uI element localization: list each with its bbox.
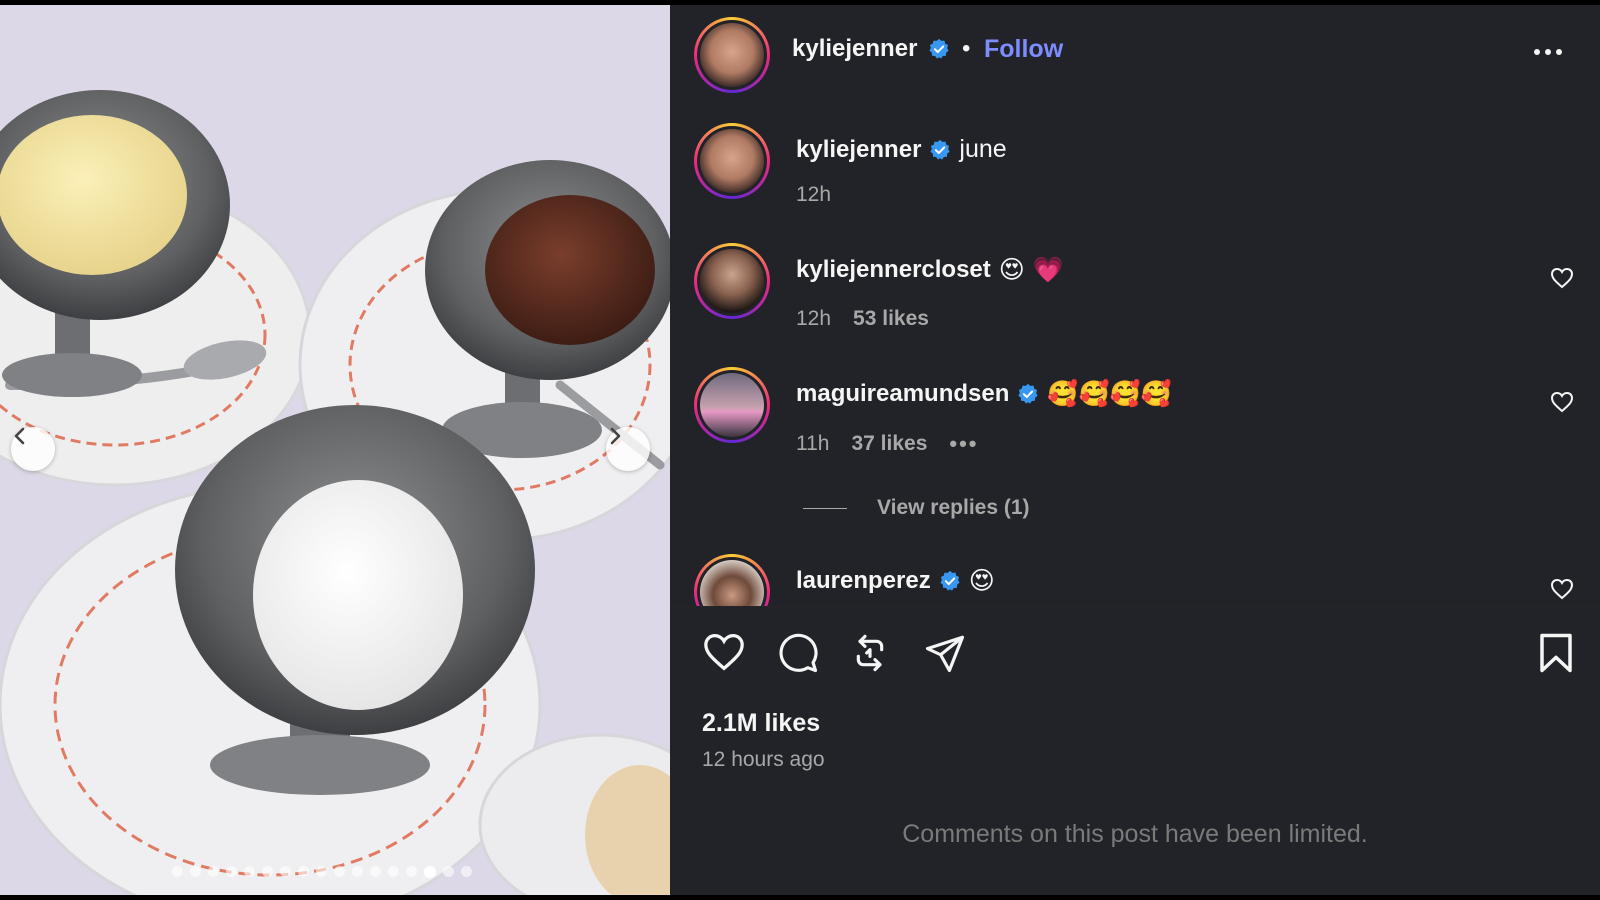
save-bookmark-icon[interactable] (1538, 632, 1574, 674)
comment-text: 😍 💗 (998, 255, 1064, 284)
verified-badge-icon (929, 38, 949, 59)
ice-cream-photo (0, 5, 670, 895)
commenter-username[interactable]: maguireamundsen (796, 380, 1009, 408)
comments-limited-notice: Comments on this post have been limited. (902, 820, 1368, 848)
carousel-dot (280, 866, 291, 877)
carousel-dot (208, 866, 219, 877)
caption-author-avatar[interactable] (694, 123, 770, 199)
post-actions: 2.1M likes 12 hours ago (670, 606, 1600, 806)
carousel-dot (443, 866, 454, 877)
post-timestamp: 12 hours ago (702, 748, 825, 771)
comment-text: 🥰🥰🥰🥰 (1047, 379, 1172, 408)
carousel-dot (244, 866, 255, 877)
post-side-panel: kyliejenner • Follow kyliejenner june 12… (670, 5, 1600, 895)
verified-badge-icon (940, 570, 960, 591)
caption-time: 12h (796, 183, 832, 206)
carousel-dot-active (424, 865, 436, 878)
view-replies-button[interactable]: View replies (1) (803, 496, 1030, 520)
view-replies-label: View replies (1) (877, 496, 1030, 519)
comment-options-button[interactable]: ••• (949, 431, 978, 457)
replies-divider (803, 507, 847, 509)
comment-likes[interactable]: 53 likes (853, 307, 929, 331)
author-username[interactable]: kyliejenner (792, 35, 917, 63)
commenter-avatar[interactable] (694, 367, 770, 443)
comment-likes[interactable]: 37 likes (851, 432, 927, 456)
comment-time: 11h (796, 432, 830, 455)
like-heart-icon[interactable] (702, 632, 746, 672)
like-comment-heart-icon[interactable] (1550, 578, 1574, 600)
commenter-username[interactable]: kyliejennercloset (796, 256, 991, 284)
chevron-left-icon (14, 427, 25, 445)
carousel-dot (370, 866, 381, 877)
previous-slide-button[interactable] (11, 427, 55, 471)
repost-icon[interactable] (850, 632, 890, 674)
carousel-dot (226, 866, 237, 877)
carousel-dot (262, 866, 273, 877)
comments-list[interactable]: kyliejenner june 12h kyliejennercloset 😍… (670, 101, 1600, 606)
carousel-dot (172, 866, 183, 877)
next-slide-button[interactable] (606, 427, 650, 471)
commenter-username[interactable]: laurenperez (796, 567, 931, 595)
share-send-icon[interactable] (924, 632, 966, 674)
caption-author-username[interactable]: kyliejenner (796, 136, 921, 164)
verified-badge-icon (1018, 383, 1039, 404)
post-likes-count[interactable]: 2.1M likes (702, 709, 820, 738)
follow-button[interactable]: Follow (984, 35, 1063, 64)
carousel-dot (406, 866, 417, 877)
commenter-avatar[interactable] (694, 243, 770, 319)
carousel-dot (298, 866, 309, 877)
carousel-dot (388, 866, 399, 877)
post-header: kyliejenner • Follow (670, 5, 1600, 101)
commenter-avatar[interactable] (694, 554, 770, 606)
separator-dot: • (962, 35, 971, 62)
carousel-dot (316, 866, 327, 877)
carousel-dot (334, 866, 345, 877)
carousel-dot (190, 866, 201, 877)
like-comment-heart-icon[interactable] (1550, 267, 1574, 289)
carousel-indicator (172, 865, 472, 878)
like-comment-heart-icon[interactable] (1550, 391, 1574, 413)
comment-bubble-icon[interactable] (776, 632, 820, 674)
carousel-dot (352, 866, 363, 877)
comment-text: 😍 (968, 566, 995, 595)
caption-text: june (959, 135, 1007, 163)
chevron-right-icon (610, 427, 621, 445)
comment-time: 12h (796, 307, 832, 330)
verified-badge-icon (930, 139, 951, 160)
post-viewer: kyliejenner • Follow kyliejenner june 12… (0, 5, 1600, 895)
author-avatar[interactable] (694, 17, 770, 93)
more-dots-icon (1534, 49, 1540, 55)
carousel-dot (461, 866, 472, 877)
more-options-button[interactable] (1534, 45, 1570, 59)
post-media[interactable] (0, 5, 670, 895)
